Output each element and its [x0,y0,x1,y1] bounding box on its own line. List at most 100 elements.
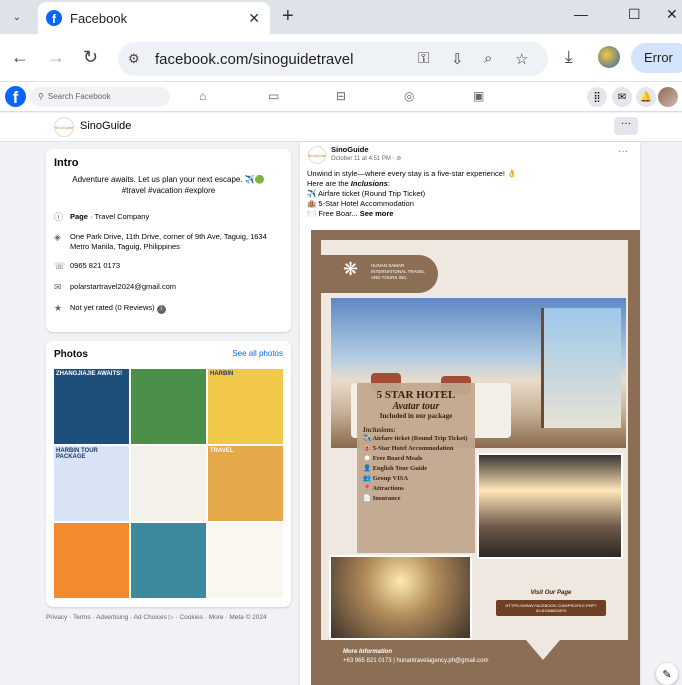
star-icon: ★ [54,303,63,313]
post-line: ✈️ Airfare ticket (Round Trip Ticket) [307,189,426,198]
photo-caption: ZHANGJIAJIE AWAITS! [56,371,123,377]
phone-text: 0965 821 0173 [70,261,121,270]
address-row: ◈ One Park Drive, 11th Drive, corner of 9… [54,232,270,252]
compose-edit-icon[interactable]: ✎ [656,663,678,685]
visit-label: Visit Our Page [530,590,572,596]
messenger-icon[interactable]: ✉ [612,87,632,107]
browser-tab-strip: ⌄ f Facebook ✕ + — ☐ ✕ [0,0,682,34]
poster-subheadline: Avatar tour [392,401,440,412]
footer-links[interactable]: Privacy · Terms · Advertising · Ad Choic… [46,613,291,621]
downloads-icon[interactable]: ⤓ [565,47,573,67]
photos-card: Photos See all photos ZHANGJIAJIE AWAITS… [46,341,291,607]
video-icon[interactable]: ▭ [268,89,279,103]
marketplace-icon[interactable]: ⊟ [336,89,346,103]
back-icon[interactable]: ← [11,47,29,68]
eagle-emblem-icon: ❋ [343,259,359,279]
minimize-window-button[interactable]: — [574,6,588,22]
inclusion-item: 🍽️ Free Board Meals [363,455,423,462]
poster: ❋ HUNAN SAMAR INTERNATIONAL TRAVEL AND T… [321,240,628,640]
post-author[interactable]: SinoGuide [331,145,369,154]
home-icon[interactable]: ⌂ [199,89,206,103]
see-all-photos-link[interactable]: See all photos [232,349,283,358]
photo-thumbnail[interactable]: ZHANGJIAJIE AWAITS! [54,369,129,444]
install-app-icon[interactable]: ⇩ [451,50,464,68]
inclusion-item: ✈️ Airfare ticket (Round Trip Ticket) [363,435,468,442]
photo-thumbnail[interactable] [131,523,206,598]
location-icon: ◈ [54,232,61,242]
photo-thumbnail[interactable] [208,523,283,598]
more-information: More Information +63 965 821 0173 | huna… [343,648,488,666]
intro-bio: Adventure awaits. Let us plan your next … [66,174,271,196]
post-line: 🏨 5-Star Hotel Accommodation [307,199,414,208]
close-window-button[interactable]: ✕ [666,6,678,23]
menu-grid-icon[interactable]: ⣿ [587,87,607,107]
lobby-photo [329,555,472,640]
category-row: ⓘ Page · Travel Company [54,212,270,222]
package-box: 5 STAR HOTEL Avatar tour Included in our… [357,383,475,553]
post-line-post: : [387,179,390,188]
post-line-bold: Inclusions [350,179,388,188]
photo-thumbnail[interactable] [131,369,206,444]
address-bar[interactable]: ⚙ facebook.com/sinoguidetravel ⚿ ⇩ ⌕ ☆ [118,42,548,76]
extension-icon[interactable] [598,46,620,68]
phone-row: ☏ 0965 821 0173 [54,261,270,271]
page-more-button[interactable]: ··· [614,117,638,135]
post-line: Unwind in style—where every stay is a fi… [307,169,517,178]
post-card: SinoGuide SinoGuide October 11 at 4:51 P… [300,142,640,685]
poster-pointer [526,640,560,660]
email-row: ✉ polarstartravel2024@gmail.com [54,282,270,292]
inclusion-item: 👤 English Tour Guide [363,465,428,472]
groups-icon[interactable]: ◎ [404,89,414,103]
photo-thumbnail[interactable] [131,446,206,521]
post-line-pre: Here are the [307,179,351,188]
page-logo[interactable]: SinoGuide [54,117,74,137]
account-avatar[interactable] [658,87,678,107]
facebook-favicon-icon: f [46,10,62,26]
photo-thumbnail[interactable]: HARBIN [208,369,283,444]
more-info-title: More Information [343,649,392,655]
password-key-icon[interactable]: ⚿ [418,50,429,67]
photo-thumbnail[interactable] [54,523,129,598]
globe-icon: ⊘ [396,156,402,162]
company-logo-banner: ❋ HUNAN SAMAR INTERNATIONAL TRAVEL AND T… [321,255,438,293]
bio-hashtags: #travel #vacation #explore [121,186,216,195]
profile-error-button[interactable]: Error [631,43,682,73]
forward-icon[interactable]: → [47,47,65,68]
post-line-truncated: 🍽️ Free Boar... [307,209,360,218]
post-image[interactable]: ❋ HUNAN SAMAR INTERNATIONAL TRAVEL AND T… [311,230,640,685]
photo-thumbnail[interactable]: HARBIN TOUR PACKAGE [54,446,129,521]
post-timestamp[interactable]: October 11 at 4:51 PM · ⊘ [331,155,401,162]
company-name: HUNAN SAMAR INTERNATIONAL TRAVEL AND TOU… [371,263,425,280]
browser-tab[interactable]: f Facebook ✕ [38,2,270,34]
category-label[interactable]: Page [70,212,88,221]
post-author-avatar[interactable]: SinoGuide [308,146,326,164]
maximize-window-button[interactable]: ☐ [628,6,641,23]
phone-icon: ☏ [54,261,66,271]
photo-thumbnail[interactable]: TRAVEL [208,446,283,521]
search-icon: ⚲ [38,92,44,101]
see-more-link[interactable]: See more [360,209,394,218]
facebook-top-bar: f ⚲ Search Facebook ⌂ ▭ ⊟ ◎ ▣ ⣿ ✉ 🔔 [0,82,682,112]
facebook-logo-icon[interactable]: f [5,86,26,107]
reload-icon[interactable]: ↻ [83,47,98,68]
post-options-icon[interactable]: ··· [618,146,628,157]
gaming-icon[interactable]: ▣ [473,89,484,103]
url-text[interactable]: facebook.com/sinoguidetravel [155,51,353,68]
facebook-search-input[interactable]: ⚲ Search Facebook [30,87,170,107]
new-tab-button[interactable]: + [282,5,294,28]
category-text: · Travel Company [87,212,150,221]
poster-tagline: Included in our package [379,412,453,420]
inclusions-list: ✈️ Airfare ticket (Round Trip Ticket) 🏨 5… [363,434,469,504]
search-placeholder: Search Facebook [47,92,111,101]
close-tab-icon[interactable]: ✕ [248,10,260,27]
email-text[interactable]: polarstartravel2024@gmail.com [70,282,270,292]
notifications-icon[interactable]: 🔔 [636,87,656,107]
zoom-icon[interactable]: ⌕ [484,50,492,67]
tab-search-button[interactable]: ⌄ [6,6,28,28]
page-name[interactable]: SinoGuide [80,120,131,132]
bookmark-star-icon[interactable]: ☆ [515,50,528,68]
site-info-icon[interactable]: ⚙ [128,51,140,67]
inclusion-item: 🏨 5-Star Hotel Accommodation [363,445,454,452]
rating-text: Not yet rated (0 Reviews) [70,303,155,312]
rating-info-icon[interactable]: i [156,305,166,314]
